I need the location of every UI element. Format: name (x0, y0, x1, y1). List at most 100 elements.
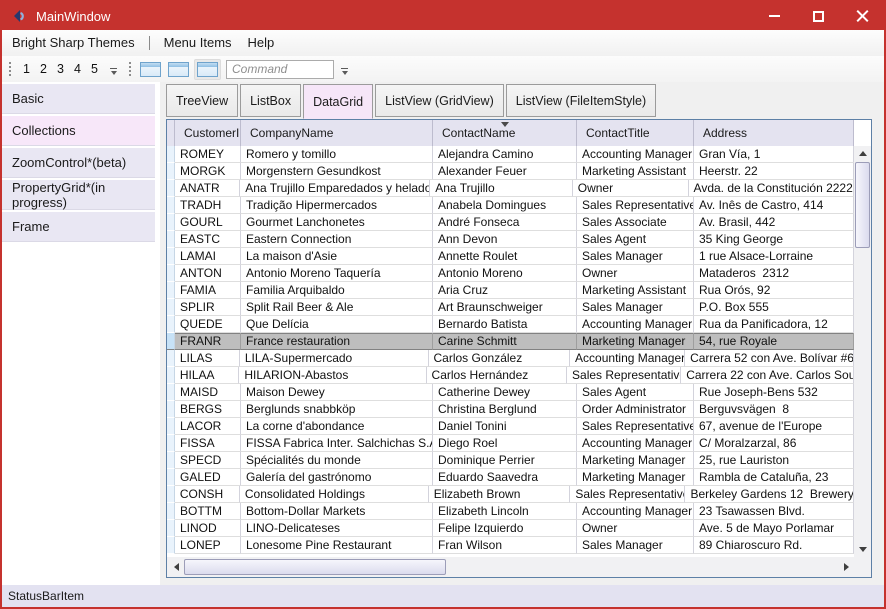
cell-contacttitle[interactable]: Owner (573, 180, 689, 197)
cell-customerid[interactable]: HILAA (175, 367, 240, 384)
sidebar-item-frame[interactable]: Frame (2, 212, 155, 242)
cell-contacttitle[interactable]: Order Administrator (577, 401, 694, 418)
cell-companyname[interactable]: Romero y tomillo (241, 146, 433, 163)
cell-customerid[interactable]: ROMEY (175, 146, 241, 163)
cell-contactname[interactable]: Antonio Moreno (433, 265, 577, 282)
toolbar-button-3[interactable]: 3 (52, 62, 69, 76)
table-row[interactable]: CONSHConsolidated HoldingsElizabeth Brow… (167, 486, 854, 503)
cell-contactname[interactable]: Elizabeth Lincoln (433, 503, 577, 520)
toolbar-button-1[interactable]: 1 (18, 62, 35, 76)
cell-customerid[interactable]: TRADH (175, 197, 241, 214)
table-row[interactable]: MAISDMaison DeweyCatherine DeweySales Ag… (167, 384, 854, 401)
cell-contacttitle[interactable]: Sales Representative (570, 486, 685, 503)
cell-contactname[interactable]: Ana Trujillo (430, 180, 573, 197)
cell-contactname[interactable]: Christina Berglund (433, 401, 577, 418)
maximize-button[interactable] (796, 2, 840, 30)
toolbar-overflow-button[interactable] (338, 68, 351, 75)
cell-companyname[interactable]: Maison Dewey (241, 384, 433, 401)
table-row[interactable]: SPECDSpécialités du mondeDominique Perri… (167, 452, 854, 469)
cell-contactname[interactable]: Annette Roulet (433, 248, 577, 265)
cell-companyname[interactable]: Lonesome Pine Restaurant (241, 537, 433, 554)
cell-companyname[interactable]: Spécialités du monde (241, 452, 433, 469)
cell-contactname[interactable]: Aria Cruz (433, 282, 577, 299)
cell-address[interactable]: Carrera 52 con Ave. Bolívar #6 (685, 350, 854, 367)
cell-contactname[interactable]: Dominique Perrier (433, 452, 577, 469)
cell-address[interactable]: Rua Orós, 92 (694, 282, 854, 299)
cell-companyname[interactable]: Gourmet Lanchonetes (241, 214, 433, 231)
table-row[interactable]: MORGKMorgenstern GesundkostAlexander Feu… (167, 163, 854, 180)
table-row[interactable]: ROMEYRomero y tomilloAlejandra CaminoAcc… (167, 146, 854, 163)
table-row[interactable]: LAMAILa maison d'AsieAnnette RouletSales… (167, 248, 854, 265)
cell-customerid[interactable]: BOTTM (175, 503, 241, 520)
cell-customerid[interactable]: QUEDE (175, 316, 241, 333)
cell-customerid[interactable]: ANATR (175, 180, 240, 197)
table-row[interactable]: LONEPLonesome Pine RestaurantFran Wilson… (167, 537, 854, 554)
toolbar-button-5[interactable]: 5 (86, 62, 103, 76)
cell-contacttitle[interactable]: Marketing Assistant (577, 163, 694, 180)
cell-companyname[interactable]: FISSA Fabrica Inter. Salchichas S.A. (241, 435, 433, 452)
scroll-left-button[interactable] (169, 557, 184, 577)
vertical-scrollbar-thumb[interactable] (855, 162, 870, 248)
row-header[interactable] (167, 197, 175, 214)
cell-companyname[interactable]: France restauration (241, 333, 433, 350)
cell-contacttitle[interactable]: Sales Agent (577, 384, 694, 401)
cell-companyname[interactable]: Antonio Moreno Taquería (241, 265, 433, 282)
cell-contactname[interactable]: Carlos Hernández (427, 367, 567, 384)
cell-contacttitle[interactable]: Sales Manager (577, 537, 694, 554)
row-header[interactable] (167, 350, 175, 367)
column-header-address[interactable]: Address (694, 120, 854, 146)
table-row[interactable]: HILAAHILARION-AbastosCarlos HernándezSal… (167, 367, 854, 384)
cell-contacttitle[interactable]: Sales Manager (577, 248, 694, 265)
cell-address[interactable]: Rua da Panificadora, 12 (694, 316, 854, 333)
cell-address[interactable]: 54, rue Royale (694, 333, 854, 350)
row-header[interactable] (167, 435, 175, 452)
cell-contactname[interactable]: Catherine Dewey (433, 384, 577, 401)
column-header-contacttitle[interactable]: ContactTitle (577, 120, 694, 146)
cell-contacttitle[interactable]: Accounting Manager (577, 503, 694, 520)
column-header-contactname[interactable]: ContactName (433, 120, 577, 146)
cell-customerid[interactable]: GOURL (175, 214, 241, 231)
cell-contacttitle[interactable]: Accounting Manager (577, 316, 694, 333)
cell-address[interactable]: 89 Chiaroscuro Rd. (694, 537, 854, 554)
cell-address[interactable]: 1 rue Alsace-Lorraine (694, 248, 854, 265)
column-header-customerid[interactable]: CustomerID (175, 120, 241, 146)
cell-customerid[interactable]: SPLIR (175, 299, 241, 316)
cell-companyname[interactable]: Consolidated Holdings (240, 486, 429, 503)
table-row[interactable]: TRADHTradição HipermercadosAnabela Domin… (167, 197, 854, 214)
cell-address[interactable]: 23 Tsawassen Blvd. (694, 503, 854, 520)
cell-address[interactable]: P.O. Box 555 (694, 299, 854, 316)
cell-contacttitle[interactable]: Marketing Assistant (577, 282, 694, 299)
menu-item-bright-sharp-themes[interactable]: Bright Sharp Themes (4, 31, 143, 55)
cell-contacttitle[interactable]: Sales Representative (577, 418, 694, 435)
cell-companyname[interactable]: La corne d'abondance (241, 418, 433, 435)
table-row[interactable]: ANATRAna Trujillo Emparedados y heladosA… (167, 180, 854, 197)
table-row[interactable]: EASTCEastern ConnectionAnn DevonSales Ag… (167, 231, 854, 248)
cell-customerid[interactable]: LONEP (175, 537, 241, 554)
cell-address[interactable]: Rambla de Cataluña, 23 (694, 469, 854, 486)
row-header[interactable] (167, 180, 175, 197)
table-row[interactable]: GALEDGalería del gastrónomoEduardo Saave… (167, 469, 854, 486)
cell-address[interactable]: Heerstr. 22 (694, 163, 854, 180)
cell-contacttitle[interactable]: Sales Manager (577, 299, 694, 316)
cell-contacttitle[interactable]: Sales Representative (567, 367, 681, 384)
cell-contacttitle[interactable]: Sales Representative (577, 197, 694, 214)
row-header[interactable] (167, 401, 175, 418)
cell-address[interactable]: Av. Inês de Castro, 414 (694, 197, 854, 214)
row-header[interactable] (167, 265, 175, 282)
window-icon-3-button[interactable] (194, 59, 221, 80)
command-input[interactable] (226, 60, 334, 79)
tab-treeview[interactable]: TreeView (166, 84, 238, 117)
cell-companyname[interactable]: Bottom-Dollar Markets (241, 503, 433, 520)
sidebar-item-basic[interactable]: Basic (2, 84, 155, 114)
cell-contactname[interactable]: Carlos González (429, 350, 571, 367)
table-row[interactable]: SPLIRSplit Rail Beer & AleArt Braunschwe… (167, 299, 854, 316)
row-header[interactable] (167, 452, 175, 469)
table-row[interactable]: BERGSBerglunds snabbköpChristina Berglun… (167, 401, 854, 418)
cell-companyname[interactable]: La maison d'Asie (241, 248, 433, 265)
cell-contacttitle[interactable]: Sales Associate (577, 214, 694, 231)
window-icon-2-button[interactable] (166, 60, 191, 79)
horizontal-scrollbar[interactable] (167, 557, 854, 577)
table-row[interactable]: LINODLINO-DelicatesesFelipe IzquierdoOwn… (167, 520, 854, 537)
scroll-up-button[interactable] (854, 146, 871, 161)
sidebar-item-propertygrid-in-progress[interactable]: PropertyGrid*(in progress) (2, 180, 155, 210)
